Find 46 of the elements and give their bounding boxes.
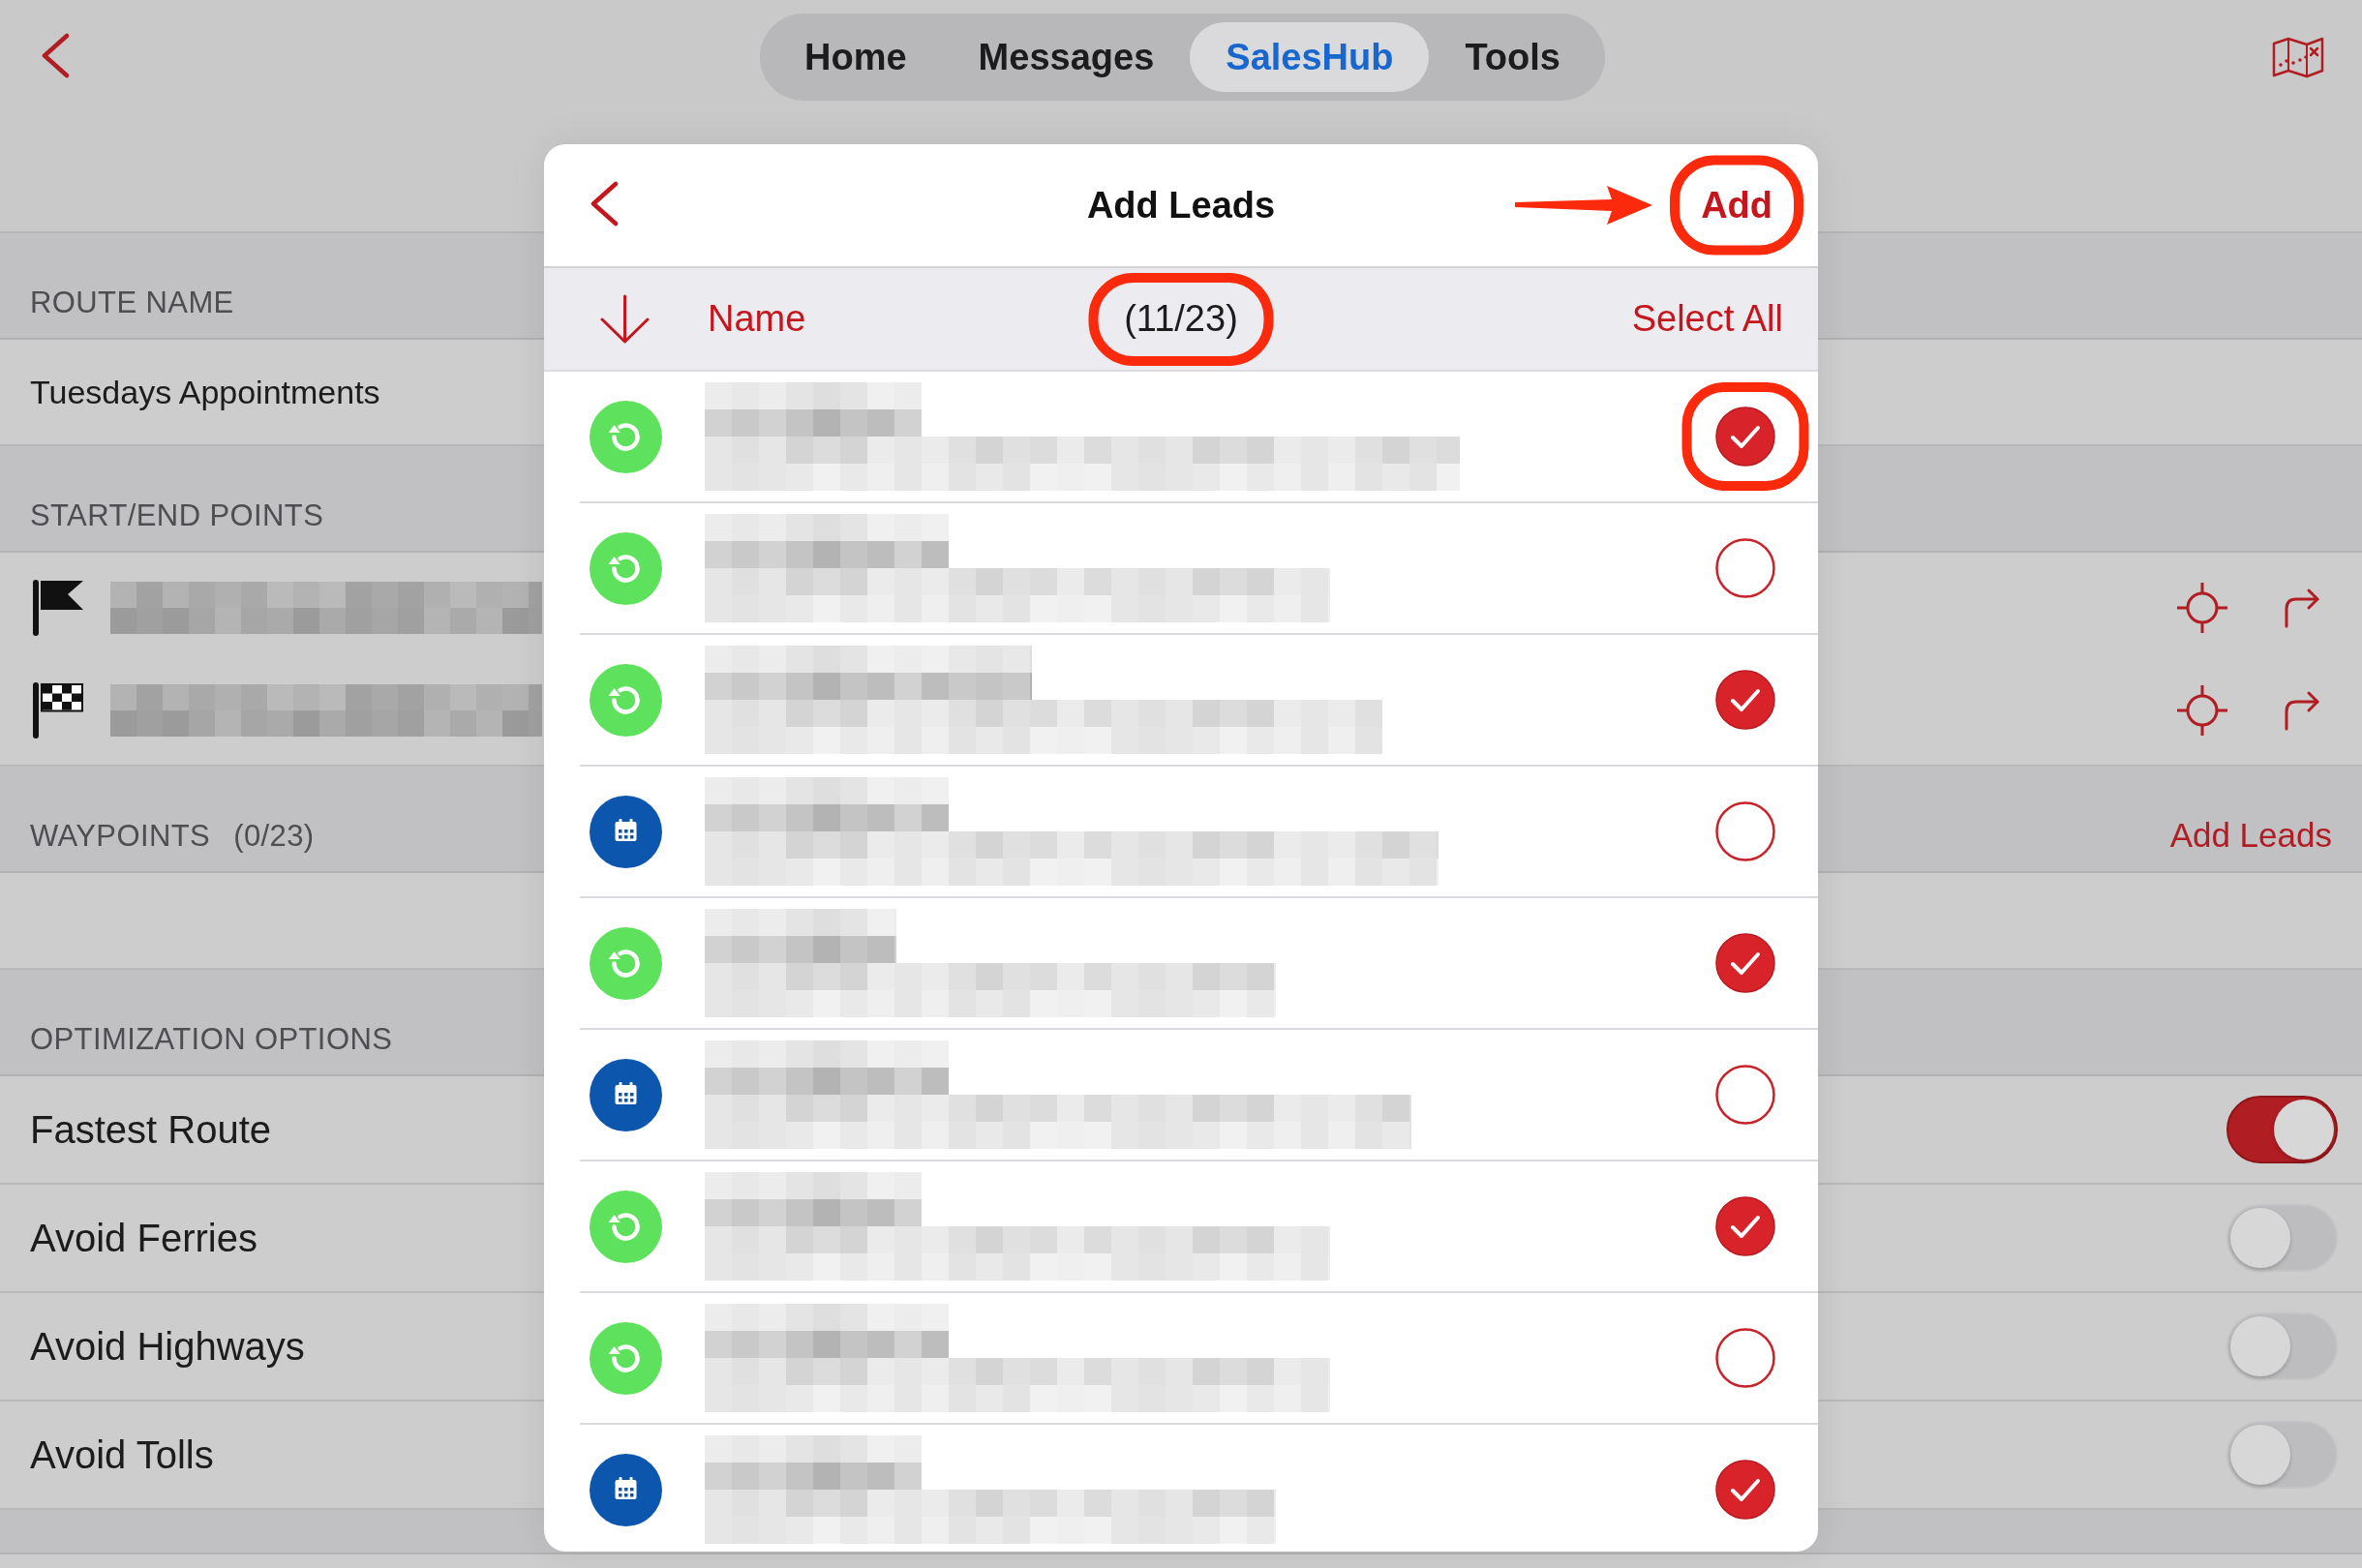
section-title: WAYPOINTS (30, 818, 211, 855)
checkbox[interactable] (1715, 670, 1775, 730)
select-all-button[interactable]: Select All (1631, 298, 1783, 340)
crosshair-icon[interactable] (2175, 581, 2229, 635)
turn-arrow-icon[interactable] (2283, 690, 2321, 731)
calendar-icon (590, 1453, 662, 1526)
chevron-left-icon[interactable] (41, 32, 70, 78)
section-title: OPTIMIZATION OPTIONS (30, 1021, 393, 1058)
dialog-title: Add Leads (1086, 184, 1276, 226)
nav-tab[interactable]: Messages (942, 22, 1191, 92)
map-icon[interactable] (2272, 36, 2324, 78)
option-label: Avoid Highways (30, 1324, 305, 1369)
checkbox[interactable] (1715, 1065, 1775, 1125)
checkered-flag-icon (31, 682, 85, 739)
add-leads-link[interactable]: Add Leads (2169, 816, 2332, 855)
add-button[interactable]: Add (1701, 184, 1772, 226)
section-title: START/END POINTS (30, 498, 324, 534)
checkbox[interactable] (1715, 801, 1775, 861)
option-label: Avoid Tolls (30, 1432, 214, 1477)
option-label: Avoid Ferries (30, 1216, 257, 1260)
nav-tab[interactable]: Home (769, 22, 943, 92)
waypoint-count: (0/23) (233, 818, 315, 855)
crosshair-icon[interactable] (2175, 683, 2229, 738)
nav-tab[interactable]: SalesHub (1190, 22, 1430, 92)
checkbox[interactable] (1715, 1328, 1775, 1388)
refresh-icon (590, 926, 662, 1000)
refresh-icon (590, 663, 662, 737)
turn-arrow-icon[interactable] (2283, 588, 2321, 628)
chevron-left-icon[interactable] (590, 180, 619, 226)
checkbox[interactable] (1715, 407, 1775, 467)
nav-tab[interactable]: Tools (1429, 22, 1596, 92)
calendar-icon (590, 795, 662, 868)
checkbox[interactable] (1715, 1460, 1775, 1520)
option-label: Fastest Route (30, 1107, 271, 1152)
flag-icon (31, 580, 85, 636)
name-column-header[interactable]: Name (708, 298, 806, 340)
calendar-icon (590, 1058, 662, 1131)
refresh-icon (590, 400, 662, 473)
checkbox[interactable] (1715, 1196, 1775, 1256)
refresh-icon (590, 531, 662, 605)
checkbox[interactable] (1715, 538, 1775, 598)
checkbox[interactable] (1715, 933, 1775, 993)
selection-count: (11/23) (1124, 298, 1238, 340)
section-title: ROUTE NAME (30, 285, 234, 321)
refresh-icon (590, 1321, 662, 1395)
refresh-icon (590, 1190, 662, 1263)
